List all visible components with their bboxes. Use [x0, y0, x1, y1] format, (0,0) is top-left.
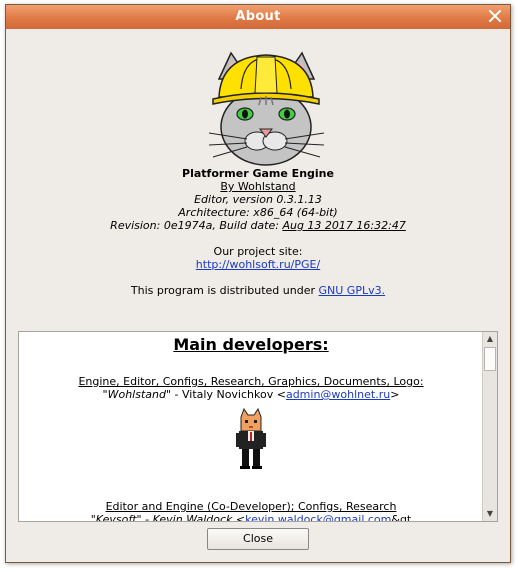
site-link[interactable]: http://wohlsoft.ru/PGE/	[196, 258, 320, 271]
build-date: Aug 13 2017 16:32:47	[282, 219, 406, 232]
vertical-scrollbar[interactable]: ▲ ▼	[482, 332, 497, 521]
scroll-up-arrow-icon[interactable]: ▲	[483, 332, 497, 346]
project-site-block: Our project site: http://wohlsoft.ru/PGE…	[6, 245, 510, 271]
author-link[interactable]: By Wohlstand	[6, 180, 510, 193]
developer-email[interactable]: admin@wohlnet.ru	[286, 388, 390, 401]
revision-prefix: Revision: 0e1974a, Build date:	[110, 219, 283, 232]
developer-avatar-sprite	[236, 407, 266, 469]
window-title: About	[235, 9, 281, 24]
app-name: Platformer Game Engine	[182, 167, 334, 180]
developer-suffix: >	[390, 388, 400, 401]
architecture-text: Architecture: x86_64 (64-bit)	[178, 206, 338, 219]
developer-email[interactable]: kevin.waldock@gmail.com	[245, 513, 391, 521]
developer-roles: Editor and Engine (Co-Developer); Config…	[105, 500, 397, 513]
site-label: Our project site:	[213, 245, 303, 258]
developer-nick: "Wohlstand"	[102, 388, 172, 401]
developer-entry: Editor and Engine (Co-Developer); Config…	[19, 500, 483, 522]
developer-entry: Engine, Editor, Configs, Research, Graph…	[19, 375, 483, 474]
developer-name: - Vitaly Novichkov <	[171, 388, 286, 401]
close-x-icon[interactable]	[486, 7, 504, 25]
about-dialog: About Platformer Game Engine By Wohlstan…	[5, 4, 511, 563]
close-button[interactable]: Close	[207, 528, 309, 550]
app-info: Platformer Game Engine By Wohlstand Edit…	[6, 167, 510, 232]
developer-line: "Kevsoft" - Kevin Waldock <kevin.waldock…	[19, 513, 483, 522]
license-line: This program is distributed under GNU GP…	[6, 284, 510, 297]
developer-suffix: &gt	[391, 513, 412, 522]
scrollbar-thumb[interactable]	[484, 347, 496, 371]
developer-roles: Engine, Editor, Configs, Research, Graph…	[78, 375, 424, 388]
developers-content: Main developers: Engine, Editor, Configs…	[19, 332, 483, 522]
version-text: Editor, version 0.3.1.13	[194, 193, 322, 206]
developers-heading: Main developers:	[173, 335, 329, 354]
developer-name: - Kevin Waldock <	[141, 513, 246, 522]
license-link[interactable]: GNU GPLv3.	[319, 284, 386, 297]
developer-line: "Wohlstand" - Vitaly Novichkov <admin@wo…	[19, 388, 483, 401]
developer-nick: "Kevsoft"	[90, 513, 142, 522]
title-bar[interactable]: About	[6, 5, 510, 29]
developers-panel[interactable]: Main developers: Engine, Editor, Configs…	[18, 331, 498, 522]
revision-text: Revision: 0e1974a, Build date: Aug 13 20…	[6, 219, 510, 232]
scroll-down-arrow-icon[interactable]: ▼	[483, 507, 497, 521]
cat-with-helmet-logo	[209, 51, 324, 166]
license-prefix: This program is distributed under	[130, 284, 319, 297]
